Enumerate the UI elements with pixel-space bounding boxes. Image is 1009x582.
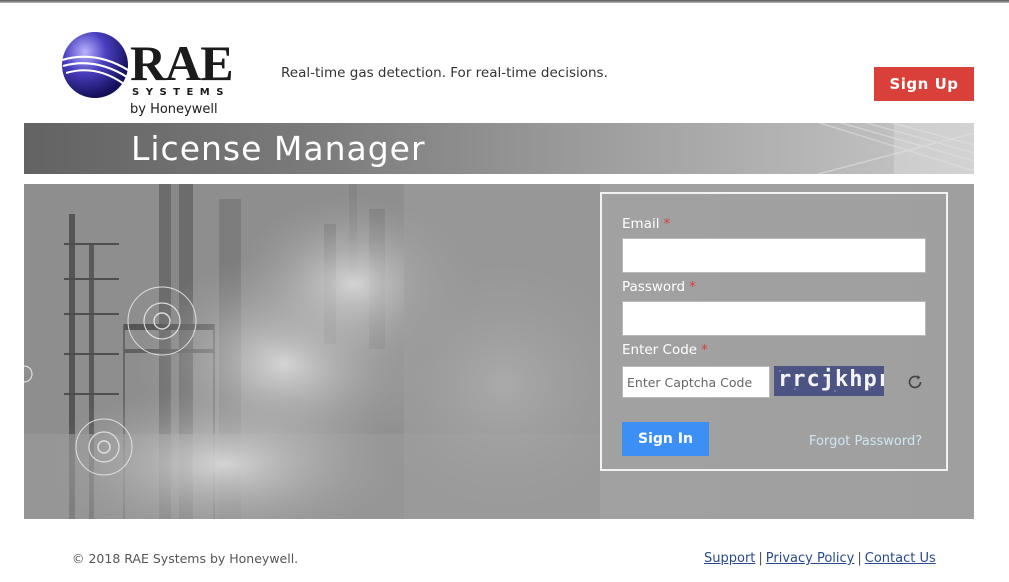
sign-in-button[interactable]: Sign In	[622, 422, 709, 456]
sign-up-button[interactable]: Sign Up	[874, 67, 974, 101]
page-title: License Manager	[131, 129, 426, 168]
required-marker: *	[663, 216, 671, 232]
forgot-password-link[interactable]: Forgot Password?	[809, 434, 922, 449]
refresh-icon[interactable]	[905, 372, 925, 392]
tagline: Real-time gas detection. For real-time d…	[281, 65, 608, 81]
required-marker: *	[689, 279, 696, 295]
hero-panel: Email* Password* Enter Code* rrcjkhpr	[24, 184, 974, 519]
support-link[interactable]: Support	[704, 551, 755, 566]
email-label: Email *	[622, 216, 671, 232]
link-separator: |	[758, 551, 763, 566]
logo-byline: by Honeywell	[130, 102, 218, 117]
captcha-image: rrcjkhpr	[774, 366, 884, 396]
privacy-policy-link[interactable]: Privacy Policy	[766, 551, 855, 566]
top-border	[0, 0, 1009, 3]
copyright-text: © 2018 RAE Systems by Honeywell.	[72, 551, 299, 566]
industrial-background-image	[24, 184, 600, 519]
password-input[interactable]	[622, 301, 926, 336]
logo-wordmark: RAE	[130, 35, 234, 91]
contact-us-link[interactable]: Contact Us	[865, 551, 936, 566]
footer-links: Support | Privacy Policy | Contact Us	[704, 551, 936, 566]
password-label: Password *	[622, 279, 696, 295]
captcha-label: Enter Code *	[622, 342, 708, 358]
email-input[interactable]	[622, 238, 926, 273]
logo-systems: SYSTEMS	[132, 87, 230, 98]
captcha-input[interactable]	[622, 366, 770, 398]
globe-logo-icon	[61, 32, 129, 98]
captcha-text: rrcjkhpr	[778, 367, 884, 392]
required-marker: *	[701, 342, 708, 358]
login-form: Email* Password* Enter Code* rrcjkhpr	[600, 192, 948, 471]
rae-systems-logo: RAE SYSTEMS by Honeywell	[60, 30, 245, 122]
link-separator: |	[857, 551, 862, 566]
title-band: License Manager	[24, 123, 974, 174]
